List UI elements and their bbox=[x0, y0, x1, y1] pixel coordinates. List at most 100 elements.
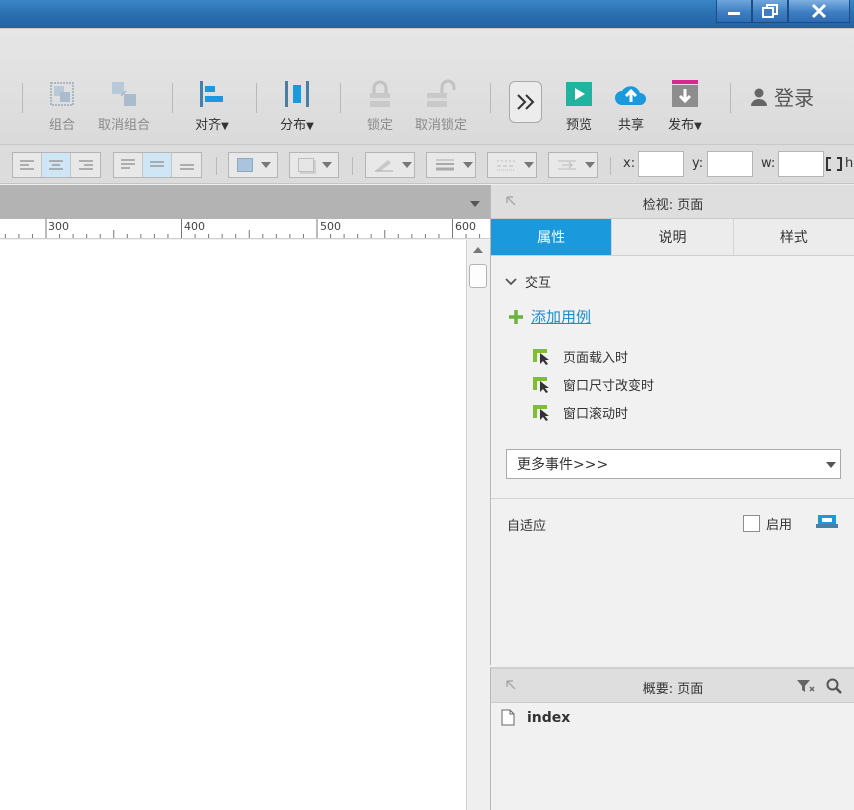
arrow-style-dropdown[interactable] bbox=[548, 152, 598, 178]
text-align-group bbox=[12, 152, 101, 178]
page-tree-item[interactable]: index bbox=[501, 709, 570, 726]
shadow-dropdown[interactable] bbox=[289, 152, 339, 178]
login-button[interactable]: 登录 bbox=[750, 82, 814, 111]
chevron-down-icon bbox=[524, 162, 534, 168]
outline-panel: 概要: 页面 index bbox=[490, 667, 854, 810]
tab-notes[interactable]: 说明 bbox=[612, 219, 734, 255]
ruler-label: 400 bbox=[184, 220, 205, 233]
plus-icon bbox=[509, 309, 523, 324]
event-item[interactable]: 窗口滚动时 bbox=[533, 403, 628, 422]
fill-color-icon bbox=[237, 158, 253, 172]
toolbar-separator bbox=[490, 83, 491, 113]
scroll-up-icon[interactable] bbox=[473, 247, 483, 253]
window-controls bbox=[716, 0, 850, 24]
group-label: 组合 bbox=[48, 118, 75, 133]
filter-icon[interactable] bbox=[796, 678, 816, 694]
h-label: h bbox=[845, 156, 854, 171]
more-tools-button[interactable] bbox=[509, 81, 542, 123]
event-item[interactable]: 页面载入时 bbox=[533, 347, 628, 366]
unlock-button[interactable]: 取消锁定 bbox=[415, 77, 467, 133]
enable-adaptive-checkbox[interactable]: 启用 bbox=[743, 514, 792, 533]
chevron-down-icon bbox=[322, 162, 332, 168]
valign-middle-button[interactable] bbox=[143, 153, 172, 177]
fill-color-dropdown[interactable] bbox=[228, 152, 278, 178]
valign-bottom-icon bbox=[179, 164, 194, 170]
distribute-label: 分布▼ bbox=[280, 118, 314, 133]
unlock-icon bbox=[427, 79, 456, 107]
align-button[interactable]: 对齐▼ bbox=[195, 77, 229, 133]
y-label: y: bbox=[692, 156, 704, 171]
line-width-dropdown[interactable] bbox=[426, 152, 476, 178]
preview-button[interactable]: 预览 bbox=[562, 77, 596, 133]
ruler-label: 300 bbox=[48, 220, 69, 233]
checkbox[interactable] bbox=[743, 515, 760, 532]
valign-top-icon bbox=[121, 159, 135, 169]
x-input[interactable] bbox=[638, 151, 684, 177]
shadow-icon bbox=[298, 158, 314, 172]
event-label: 页面载入时 bbox=[563, 351, 629, 366]
chevron-down-icon bbox=[261, 162, 271, 168]
login-label: 登录 bbox=[774, 86, 814, 110]
lock-ratio-bracket-icon[interactable] bbox=[826, 157, 842, 171]
interaction-title: 交互 bbox=[525, 276, 552, 291]
add-case-link[interactable]: 添加用例 bbox=[509, 306, 591, 327]
interaction-section-header[interactable]: 交互 bbox=[505, 272, 551, 291]
vertical-align-group bbox=[113, 152, 202, 178]
section-divider bbox=[491, 498, 854, 499]
main-toolbar: 组合 取消组合 对齐▼ 分布▼ 锁定 取消锁定 预览 共享 发布▼ bbox=[0, 28, 854, 144]
inspector-tabs: 属性 说明 样式 bbox=[491, 219, 854, 256]
text-align-right-button[interactable] bbox=[71, 153, 100, 177]
align-left-lines-icon bbox=[20, 160, 34, 170]
toolbar-separator bbox=[216, 157, 217, 175]
text-align-left-button[interactable] bbox=[13, 153, 42, 177]
chevron-down-icon[interactable] bbox=[470, 201, 480, 207]
publish-label: 发布▼ bbox=[668, 118, 702, 133]
lock-button[interactable]: 锁定 bbox=[363, 77, 397, 133]
publish-download-icon bbox=[672, 80, 698, 107]
close-button[interactable] bbox=[788, 0, 850, 23]
toolbar-separator bbox=[256, 83, 257, 113]
valign-top-button[interactable] bbox=[114, 153, 143, 177]
group-button[interactable]: 组合 bbox=[45, 77, 79, 133]
x-label: x: bbox=[623, 156, 636, 171]
distribute-icon bbox=[285, 81, 309, 107]
inspector-panel: 检视: 页面 属性 说明 样式 交互 添加用例 页面载入时 窗口尺寸改变时 窗口… bbox=[490, 185, 854, 665]
design-canvas[interactable] bbox=[0, 240, 466, 810]
tab-properties[interactable]: 属性 bbox=[491, 219, 613, 255]
search-icon[interactable] bbox=[826, 678, 842, 694]
event-label: 窗口滚动时 bbox=[563, 407, 629, 422]
event-item[interactable]: 窗口尺寸改变时 bbox=[533, 375, 654, 394]
user-icon bbox=[751, 88, 767, 106]
line-style-icon bbox=[497, 160, 515, 171]
inspector-header: 检视: 页面 bbox=[491, 185, 854, 219]
distribute-button[interactable]: 分布▼ bbox=[280, 77, 314, 133]
align-center-lines-icon bbox=[49, 160, 63, 170]
more-events-select[interactable]: 更多事件>>> bbox=[506, 449, 841, 479]
page-file-icon bbox=[501, 709, 515, 726]
toolbar-separator bbox=[610, 157, 611, 175]
y-input[interactable] bbox=[707, 151, 753, 177]
valign-bottom-button[interactable] bbox=[172, 153, 201, 177]
minimize-button[interactable] bbox=[716, 0, 752, 23]
adaptive-views-icon[interactable] bbox=[816, 515, 838, 529]
text-align-center-button[interactable] bbox=[42, 153, 71, 177]
share-button[interactable]: 共享 bbox=[614, 77, 648, 133]
ungroup-button[interactable]: 取消组合 bbox=[98, 77, 150, 133]
scrollbar-thumb[interactable] bbox=[469, 264, 487, 288]
restore-button[interactable] bbox=[752, 0, 788, 23]
publish-button[interactable]: 发布▼ bbox=[668, 77, 702, 133]
toolbar-separator bbox=[172, 83, 173, 113]
tab-style[interactable]: 样式 bbox=[733, 219, 854, 255]
align-right-lines-icon bbox=[78, 160, 93, 170]
preview-label: 预览 bbox=[565, 118, 592, 133]
unlock-label: 取消锁定 bbox=[415, 118, 468, 133]
canvas-vertical-scrollbar[interactable] bbox=[466, 240, 490, 810]
chevron-down-icon bbox=[463, 162, 473, 168]
line-color-dropdown[interactable] bbox=[365, 152, 415, 178]
chevron-down-icon bbox=[826, 462, 836, 468]
ruler-label: 600 bbox=[455, 220, 476, 233]
line-style-dropdown[interactable] bbox=[487, 152, 537, 178]
lock-label: 锁定 bbox=[366, 118, 393, 133]
w-input[interactable] bbox=[778, 151, 824, 177]
toolbar-separator bbox=[340, 83, 341, 113]
